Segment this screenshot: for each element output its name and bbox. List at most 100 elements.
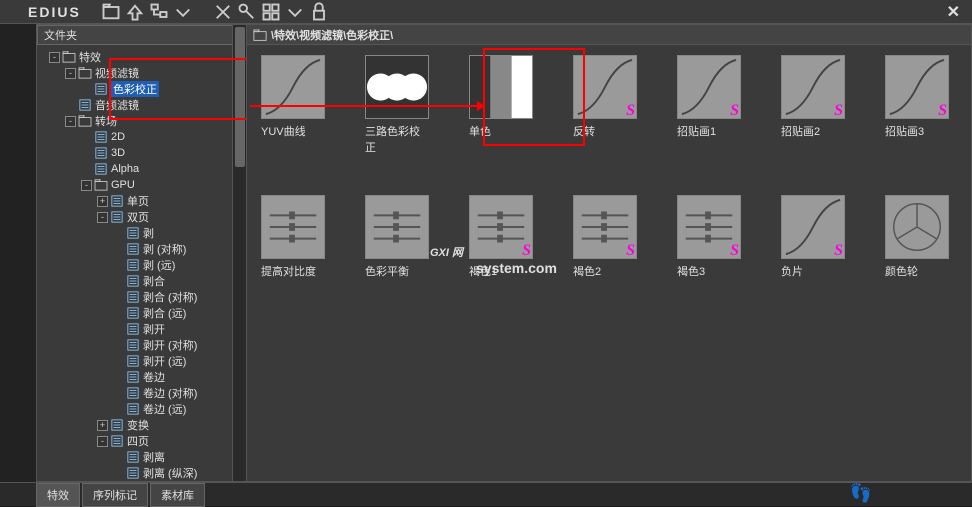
tree-expander[interactable]: - [65, 68, 76, 79]
tree-item[interactable]: -视频滤镜 [37, 65, 246, 81]
tree-label: 卷边 [143, 369, 165, 385]
page-icon [126, 387, 140, 399]
page-icon [110, 435, 124, 447]
tree-label: 剥开 (远) [143, 353, 186, 369]
effect-thumb[interactable]: 提高对比度 [261, 195, 325, 279]
tree-item[interactable]: 音频滤镜 [37, 97, 246, 113]
tab-markers[interactable]: 序列标记 [82, 483, 148, 507]
tree-expander[interactable]: + [97, 196, 108, 207]
thumb-label: 褐色3 [677, 263, 705, 279]
tree-label: 3D [111, 147, 125, 159]
effects-tree[interactable]: -特效-视频滤镜色彩校正音频滤镜-转场2D3DAlpha-GPU+单页-双页剥剥… [37, 45, 246, 481]
tree-item[interactable]: 色彩校正 [37, 81, 246, 97]
tree-item[interactable]: -四页 [37, 433, 246, 449]
tree-item[interactable]: 剥合 (对称) [37, 289, 246, 305]
up-arrow-icon[interactable] [125, 3, 145, 21]
page-icon [110, 211, 124, 223]
tree-item[interactable]: 卷边 (对称) [37, 385, 246, 401]
thumb-preview [365, 55, 429, 119]
thumb-label: 负片 [781, 263, 803, 279]
page-icon [126, 259, 140, 271]
paws-icon: 👣 [850, 483, 872, 504]
page-icon [94, 163, 108, 175]
bottom-tabs: 特效 序列标记 素材库 👣 [0, 482, 972, 506]
tree-item[interactable]: 剥开 (远) [37, 353, 246, 369]
tree-scrollbar[interactable] [232, 25, 246, 481]
thumb-preview: S [573, 55, 637, 119]
folder-new-icon[interactable] [101, 3, 121, 21]
effect-thumb[interactable]: S招贴画2 [781, 55, 845, 155]
tree-item[interactable]: 2D [37, 129, 246, 145]
tree-item[interactable]: 剥合 [37, 273, 246, 289]
folder-icon [62, 51, 76, 63]
chevron-down-icon[interactable] [173, 3, 193, 21]
effect-thumb[interactable]: S褐色2 [573, 195, 637, 279]
tree-item[interactable]: 剥合 (远) [37, 305, 246, 321]
tree-item[interactable]: 剥 (远) [37, 257, 246, 273]
tree-expander[interactable]: - [97, 212, 108, 223]
tree-label: 音频滤镜 [95, 97, 139, 113]
tree-label: 剥离 [143, 449, 165, 465]
page-icon [126, 307, 140, 319]
effect-thumb[interactable]: S 反转 [573, 55, 637, 155]
effect-thumb[interactable]: S褐色1 [469, 195, 533, 279]
effect-thumb[interactable]: 三路色彩校正 [365, 55, 429, 155]
tree-item[interactable]: -GPU [37, 177, 246, 193]
effect-thumb[interactable]: S褐色3 [677, 195, 741, 279]
effect-thumb[interactable]: S负片 [781, 195, 845, 279]
chevron-down-icon-2[interactable] [285, 3, 305, 21]
delete-icon[interactable] [213, 3, 233, 21]
titlebar: EDIUS ✕ [0, 0, 972, 24]
effect-thumb[interactable]: S招贴画3 [885, 55, 949, 155]
tree-item[interactable]: -特效 [37, 49, 246, 65]
lock-icon[interactable] [309, 3, 329, 21]
tree-expander[interactable]: - [49, 52, 60, 63]
tree-label: Alpha [111, 163, 139, 175]
scroll-thumb[interactable] [235, 27, 245, 167]
tree-item[interactable]: 剥开 [37, 321, 246, 337]
tree-icon[interactable] [149, 3, 169, 21]
tree-item[interactable]: 卷边 (远) [37, 401, 246, 417]
tree-item[interactable]: -转场 [37, 113, 246, 129]
tree-item[interactable]: 卷边 [37, 369, 246, 385]
page-icon [94, 147, 108, 159]
thumb-label: 反转 [573, 123, 595, 139]
tree-item[interactable]: +变换 [37, 417, 246, 433]
tree-label: 色彩校正 [111, 81, 159, 97]
tab-library[interactable]: 素材库 [150, 483, 205, 507]
thumb-label: 招贴画2 [781, 123, 820, 139]
tree-item[interactable]: +单页 [37, 193, 246, 209]
effect-thumb[interactable]: S招贴画1 [677, 55, 741, 155]
tree-item[interactable]: 3D [37, 145, 246, 161]
folder-icon [78, 115, 92, 127]
tree-item[interactable]: -双页 [37, 209, 246, 225]
tree-item[interactable]: 剥离 [37, 449, 246, 465]
grid-icon[interactable] [261, 3, 281, 21]
tree-item[interactable]: 剥离 (纵深) [37, 465, 246, 481]
close-icon[interactable]: ✕ [943, 2, 964, 22]
page-icon [126, 371, 140, 383]
thumb-label: 褐色2 [573, 263, 601, 279]
tree-item[interactable]: 剥开 (对称) [37, 337, 246, 353]
effect-thumb[interactable]: 色彩平衡 [365, 195, 429, 279]
tree-label: 2D [111, 131, 125, 143]
tree-label: 卷边 (远) [143, 401, 186, 417]
tree-item[interactable]: 剥 [37, 225, 246, 241]
effect-thumb[interactable]: YUV曲线 [261, 55, 325, 155]
tree-expander[interactable]: - [65, 116, 76, 127]
tree-expander[interactable]: + [97, 420, 108, 431]
breadcrumb-bar: \特效\视频滤镜\色彩校正\ [247, 25, 971, 45]
page-icon [126, 243, 140, 255]
preset-badge: S [730, 104, 739, 118]
effect-thumb[interactable]: 颜色轮 [885, 195, 949, 279]
tree-item[interactable]: 剥 (对称) [37, 241, 246, 257]
tab-effects[interactable]: 特效 [36, 483, 80, 507]
tree-item[interactable]: Alpha [37, 161, 246, 177]
tree-label: 卷边 (对称) [143, 385, 197, 401]
tree-expander[interactable]: - [81, 180, 92, 191]
thumb-label: 三路色彩校正 [365, 123, 429, 155]
tool-icon[interactable] [237, 3, 257, 21]
tree-expander[interactable]: - [97, 436, 108, 447]
effect-thumb[interactable]: 单色 [469, 55, 533, 155]
thumb-label: 单色 [469, 123, 491, 139]
